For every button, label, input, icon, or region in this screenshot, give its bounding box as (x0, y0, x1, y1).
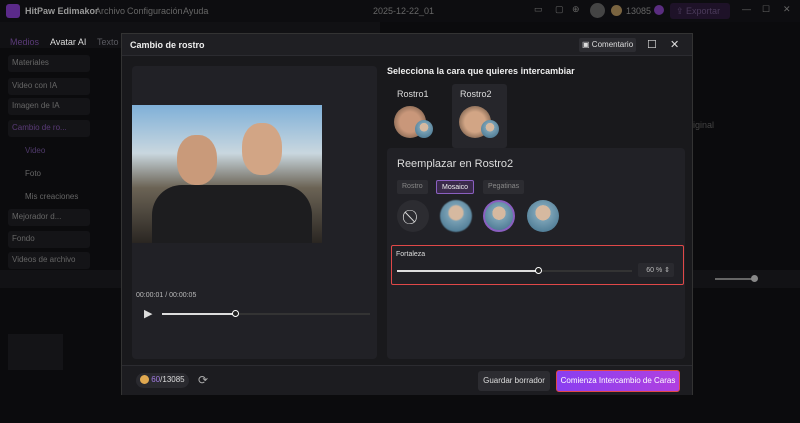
refresh-icon[interactable]: ⟳ (198, 373, 208, 387)
zoom-slider[interactable] (705, 274, 785, 284)
mosaic-option-2[interactable] (483, 200, 515, 232)
tab-texto[interactable]: Texto (97, 37, 119, 47)
download-icon[interactable]: ⊕ (572, 4, 580, 15)
save-draft-button[interactable]: Guardar borrador (478, 371, 550, 391)
mode-tabs: Rostro Mosaico Pegatinas (397, 180, 547, 194)
credits-total: /13085 (160, 375, 185, 384)
menu-archivo[interactable]: Archivo (95, 6, 125, 16)
strength-label: Fortaleza (396, 251, 426, 258)
credits-used: 60 (151, 375, 161, 384)
app-logo (6, 4, 20, 18)
close-dialog-icon[interactable]: ✕ (670, 38, 679, 51)
menu-ayuda[interactable]: Ayuda (183, 6, 208, 16)
sidebar-item-cambio-rostro[interactable]: Cambio de ro... (8, 120, 90, 137)
coin-icon (611, 5, 622, 16)
start-face-swap-button[interactable]: Comienza Intercambio de Caras (556, 370, 680, 392)
dialog-header: Cambio de rostro ▣ Comentario ☐ ✕ (122, 34, 692, 56)
tab-avatar-ai[interactable]: Avatar AI (50, 37, 86, 47)
mosaic-option-1[interactable] (440, 200, 472, 232)
strength-slider[interactable] (397, 267, 632, 274)
select-face-title: Selecciona la cara que quieres intercamb… (387, 66, 575, 76)
minimize-icon[interactable]: — (742, 4, 751, 14)
background-text: iginal (693, 120, 715, 130)
feedback-button[interactable]: ▣ Comentario (579, 38, 637, 52)
sidebar-sub-creaciones[interactable]: Mis creaciones (25, 192, 78, 201)
person-face-right (242, 123, 282, 175)
person-face-left (177, 135, 217, 185)
sidebar-item-imagen-ia[interactable]: Imagen de IA (8, 98, 90, 115)
tab-pegatinas[interactable]: Pegatinas (483, 180, 525, 194)
layout-icon[interactable]: ▭ (534, 4, 543, 15)
sidebar-item-mejorador[interactable]: Mejorador d... (8, 209, 90, 226)
title-bar: HitPaw Edimakor Archivo Configuración Ay… (0, 0, 800, 22)
video-preview (132, 105, 322, 243)
playback-slider[interactable] (162, 310, 370, 317)
face-option-rostro1[interactable]: Rostro1 (393, 84, 443, 148)
mosaic-option-3[interactable] (527, 200, 559, 232)
tab-rostro[interactable]: Rostro (397, 180, 428, 194)
sidebar-sub-video[interactable]: Video (25, 146, 45, 155)
track-controls[interactable] (8, 334, 63, 370)
strength-section: Fortaleza 60 % ⇕ (391, 245, 684, 285)
coin-icon (140, 375, 149, 385)
sidebar-item-videos-archivo[interactable]: Videos de archivo (8, 252, 90, 269)
dialog-title: Cambio de rostro (130, 40, 205, 50)
no-effect-icon[interactable]: ⃠ (397, 200, 429, 232)
maximize-icon[interactable]: ☐ (762, 4, 770, 15)
app-title: HitPaw Edimakor (25, 6, 99, 16)
face-option-rostro2[interactable]: Rostro2 (452, 84, 507, 148)
face-swap-dialog: Cambio de rostro ▣ Comentario ☐ ✕ 00:00:… (121, 33, 693, 395)
strength-input[interactable]: 60 % ⇕ (638, 263, 674, 277)
replace-title: Reemplazar en Rostro2 (397, 158, 514, 170)
time-display: 00:00:01 / 00:00:05 (136, 292, 197, 299)
comment-icon: ▣ (582, 40, 590, 49)
sidebar-item-fondo[interactable]: Fondo (8, 231, 90, 248)
project-name: 2025-12-22_01 (373, 6, 435, 16)
close-window-icon[interactable]: ✕ (783, 4, 791, 15)
sidebar-item-materiales[interactable]: Materiales (8, 55, 90, 72)
menu-configuracion[interactable]: Configuración (127, 6, 183, 16)
tab-mosaico[interactable]: Mosaico (436, 180, 475, 194)
tab-medios[interactable]: Medios (10, 37, 39, 47)
play-icon[interactable]: ▶ (144, 307, 152, 320)
feedback-icon[interactable]: ▢ (555, 4, 564, 15)
add-credits-icon[interactable] (654, 5, 664, 15)
sidebar-item-video-ia[interactable]: Video con IA (8, 78, 90, 95)
dialog-footer: 60/13085 ⟳ Guardar borrador Comienza Int… (122, 365, 692, 395)
preview-panel: 00:00:01 / 00:00:05 ▶ (132, 66, 377, 359)
sidebar-sub-foto[interactable]: Foto (25, 169, 41, 178)
export-button[interactable]: ⇪ Exportar (670, 3, 730, 19)
replace-panel: Reemplazar en Rostro2 Rostro Mosaico Peg… (387, 148, 685, 359)
credits-badge: 60/13085 (136, 373, 189, 388)
maximize-dialog-icon[interactable]: ☐ (647, 38, 657, 51)
settings-area: Selecciona la cara que quieres intercamb… (387, 66, 685, 359)
avatar[interactable] (590, 3, 605, 18)
credits-count: 13085 (626, 6, 652, 16)
